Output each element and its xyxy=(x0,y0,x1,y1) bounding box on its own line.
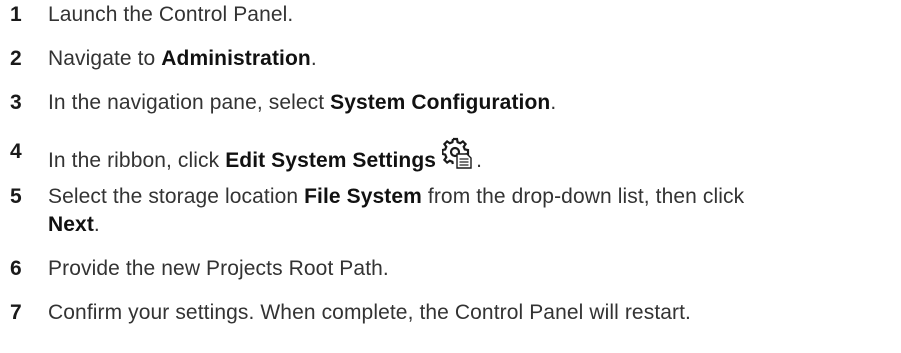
step-text: In the navigation pane, select System Co… xyxy=(48,91,557,114)
ui-term-file-system: File System xyxy=(304,185,422,208)
step-number: 5 xyxy=(10,185,22,208)
step-number: 1 xyxy=(10,3,22,26)
step-text: Navigate to Administration. xyxy=(48,47,317,70)
ui-term-edit-system-settings: Edit System Settings xyxy=(225,149,437,172)
ui-term-system-configuration: System Configuration xyxy=(330,91,551,114)
step-text: Select the storage location File System … xyxy=(48,185,745,208)
instruction-steps: 1 Launch the Control Panel. 2 Navigate t… xyxy=(0,0,901,353)
settings-gear-document-icon xyxy=(442,137,472,169)
step-number: 3 xyxy=(10,91,22,114)
ui-term-administration: Administration xyxy=(161,47,311,70)
step-text: In the ribbon, click Edit System Setting… xyxy=(48,137,482,176)
step-text: Confirm your settings. When complete, th… xyxy=(48,301,691,324)
step-number: 2 xyxy=(10,47,22,70)
step-number: 6 xyxy=(10,257,22,280)
step-text: Provide the new Projects Root Path. xyxy=(48,257,389,280)
step-text: Launch the Control Panel. xyxy=(48,3,294,26)
step-text: Next. xyxy=(48,213,100,236)
step-number: 7 xyxy=(10,301,22,324)
step-number: 4 xyxy=(10,140,22,163)
ui-term-next: Next xyxy=(48,213,94,236)
